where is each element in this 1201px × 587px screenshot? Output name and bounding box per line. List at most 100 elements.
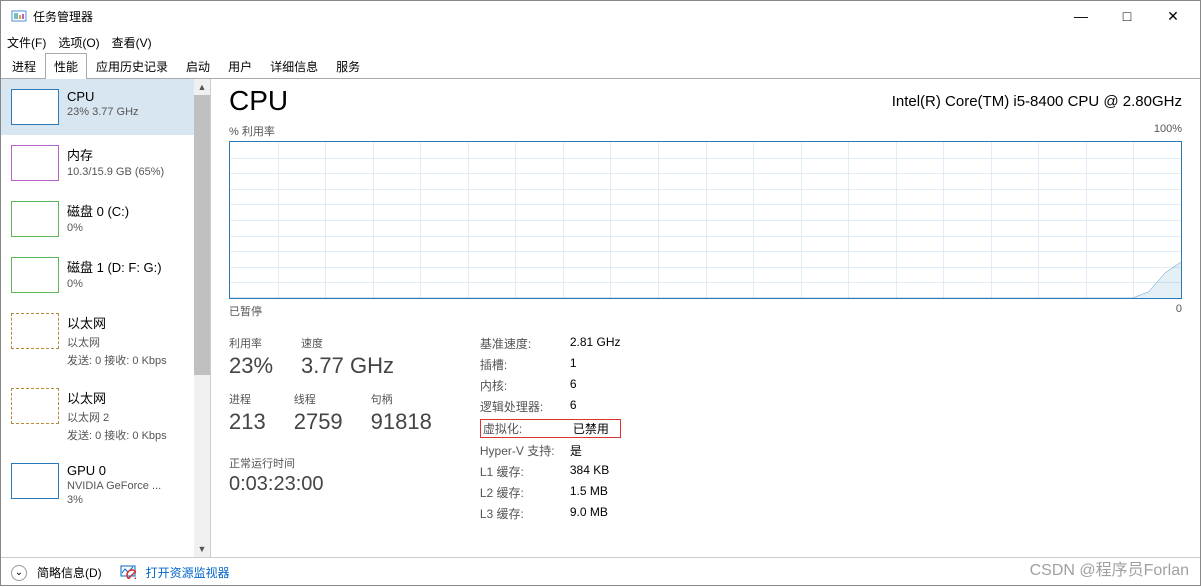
titlebar: 任务管理器 — □ ✕ (1, 1, 1200, 31)
stats-area: 利用率 23%速度 3.77 GHz 进程 213线程 2759句柄 91818… (229, 335, 1182, 522)
tab-users[interactable]: 用户 (219, 53, 261, 79)
stat-label: 速度 (301, 335, 394, 351)
menu-file[interactable]: 文件(F) (7, 34, 46, 51)
stat-label: 利用率 (229, 335, 273, 351)
window-title: 任务管理器 (33, 8, 93, 25)
stat-value: 3.77 GHz (301, 353, 394, 379)
sidebar-item-title: 以太网 (67, 313, 167, 332)
stat-value: 91818 (371, 409, 432, 435)
sidebar-item-cpu-0[interactable]: CPU 23% 3.77 GHz (1, 79, 210, 135)
window-controls: — □ ✕ (1058, 1, 1196, 31)
detail-row: Hyper-V 支持:是 (480, 442, 621, 459)
sidebar-thumb-icon (11, 145, 59, 181)
tab-startup[interactable]: 启动 (177, 53, 219, 79)
stat-label: 进程 (229, 391, 266, 407)
chart-ymax: 100% (1154, 123, 1182, 139)
chart-xlabel-right: 0 (1176, 303, 1182, 319)
sidebar-item-mem-1[interactable]: 内存 10.3/15.9 GB (65%) (1, 135, 210, 191)
detail-key: L2 缓存: (480, 484, 570, 501)
sidebar: CPU 23% 3.77 GHz 内存 10.3/15.9 GB (65%) 磁… (1, 79, 211, 557)
stat-value: 23% (229, 353, 273, 379)
sidebar-item-sub: 以太网 2 (67, 409, 167, 425)
detail-row: 逻辑处理器:6 (480, 398, 621, 415)
detail-value: 384 KB (570, 463, 609, 480)
sidebar-item-sub: 10.3/15.9 GB (65%) (67, 166, 164, 178)
menu-options[interactable]: 选项(O) (58, 34, 99, 51)
menubar: 文件(F) 选项(O) 查看(V) (1, 31, 1200, 53)
tabs: 进程 性能 应用历史记录 启动 用户 详细信息 服务 (1, 53, 1200, 79)
sidebar-item-gpu-6[interactable]: GPU 0 NVIDIA GeForce ... 3% (1, 453, 210, 516)
uptime-value: 0:03:23:00 (229, 473, 432, 496)
tab-performance[interactable]: 性能 (45, 53, 87, 79)
sidebar-item-sub: 以太网 (67, 334, 167, 350)
sidebar-scrollbar[interactable]: ▲ ▼ (194, 79, 210, 557)
stat-value: 213 (229, 409, 266, 435)
tab-details[interactable]: 详细信息 (261, 53, 327, 79)
detail-value: 6 (570, 377, 577, 394)
detail-row: 内核:6 (480, 377, 621, 394)
sidebar-item-sub: NVIDIA GeForce ... (67, 480, 161, 492)
stat-value: 2759 (294, 409, 343, 435)
sidebar-item-title: 磁盘 1 (D: F: G:) (67, 257, 162, 276)
minimize-button[interactable]: — (1058, 1, 1104, 31)
uptime-label: 正常运行时间 (229, 455, 432, 471)
sidebar-thumb-icon (11, 388, 59, 424)
detail-row: L2 缓存:1.5 MB (480, 484, 621, 501)
sidebar-item-sub: 23% 3.77 GHz (67, 106, 139, 118)
detail-key: 逻辑处理器: (480, 398, 570, 415)
chevron-down-icon[interactable]: ⌄ (11, 565, 27, 581)
sidebar-item-title: GPU 0 (67, 463, 161, 478)
brief-info-button[interactable]: 简略信息(D) (37, 564, 102, 581)
sidebar-thumb-icon (11, 89, 59, 125)
stat-label: 线程 (294, 391, 343, 407)
detail-row: 插槽:1 (480, 356, 621, 373)
detail-key: 内核: (480, 377, 570, 394)
close-button[interactable]: ✕ (1150, 1, 1196, 31)
sidebar-thumb-icon (11, 257, 59, 293)
detail-value: 1 (570, 356, 577, 373)
tab-processes[interactable]: 进程 (3, 53, 45, 79)
sidebar-item-sub2: 发送: 0 接收: 0 Kbps (67, 427, 167, 443)
detail-key: L3 缓存: (480, 505, 570, 522)
sidebar-item-disk-2[interactable]: 磁盘 0 (C:) 0% (1, 191, 210, 247)
cpu-utilization-chart (229, 141, 1182, 299)
maximize-button[interactable]: □ (1104, 1, 1150, 31)
sidebar-item-sub2: 3% (67, 494, 161, 506)
tab-app-history[interactable]: 应用历史记录 (87, 53, 177, 79)
sidebar-thumb-icon (11, 313, 59, 349)
sidebar-item-eth-4[interactable]: 以太网 以太网发送: 0 接收: 0 Kbps (1, 303, 210, 378)
sidebar-item-title: 以太网 (67, 388, 167, 407)
detail-row: 虚拟化:已禁用 (480, 419, 621, 438)
detail-row: L3 缓存:9.0 MB (480, 505, 621, 522)
main-panel: CPU Intel(R) Core(TM) i5-8400 CPU @ 2.80… (211, 79, 1200, 557)
scroll-down-icon[interactable]: ▼ (194, 541, 210, 557)
watermark: CSDN @程序员Forlan (1030, 556, 1189, 580)
scroll-up-icon[interactable]: ▲ (194, 79, 210, 95)
detail-key: 插槽: (480, 356, 570, 373)
menu-view[interactable]: 查看(V) (112, 34, 152, 51)
detail-key: Hyper-V 支持: (480, 442, 570, 459)
detail-key: L1 缓存: (480, 463, 570, 480)
detail-key: 虚拟化: (483, 420, 573, 437)
sidebar-item-sub: 0% (67, 222, 129, 234)
scroll-thumb[interactable] (194, 95, 210, 375)
detail-value: 9.0 MB (570, 505, 608, 522)
resmon-icon (120, 563, 136, 582)
detail-value: 6 (570, 398, 577, 415)
sidebar-item-title: 磁盘 0 (C:) (67, 201, 129, 220)
open-resmon-link[interactable]: 打开资源监视器 (146, 564, 230, 581)
detail-value: 1.5 MB (570, 484, 608, 501)
sidebar-item-title: CPU (67, 89, 139, 104)
sidebar-thumb-icon (11, 463, 59, 499)
sidebar-item-title: 内存 (67, 145, 164, 164)
sidebar-item-disk-3[interactable]: 磁盘 1 (D: F: G:) 0% (1, 247, 210, 303)
footer: ⌄ 简略信息(D) 打开资源监视器 (1, 557, 1200, 587)
sidebar-item-sub2: 发送: 0 接收: 0 Kbps (67, 352, 167, 368)
cpu-model: Intel(R) Core(TM) i5-8400 CPU @ 2.80GHz (892, 93, 1182, 110)
detail-row: 基准速度:2.81 GHz (480, 335, 621, 352)
detail-key: 基准速度: (480, 335, 570, 352)
chart-ylabel: % 利用率 (229, 123, 275, 139)
sidebar-item-eth-5[interactable]: 以太网 以太网 2 发送: 0 接收: 0 Kbps (1, 378, 210, 453)
tab-services[interactable]: 服务 (327, 53, 369, 79)
chart-xlabel-left: 已暂停 (229, 303, 262, 319)
